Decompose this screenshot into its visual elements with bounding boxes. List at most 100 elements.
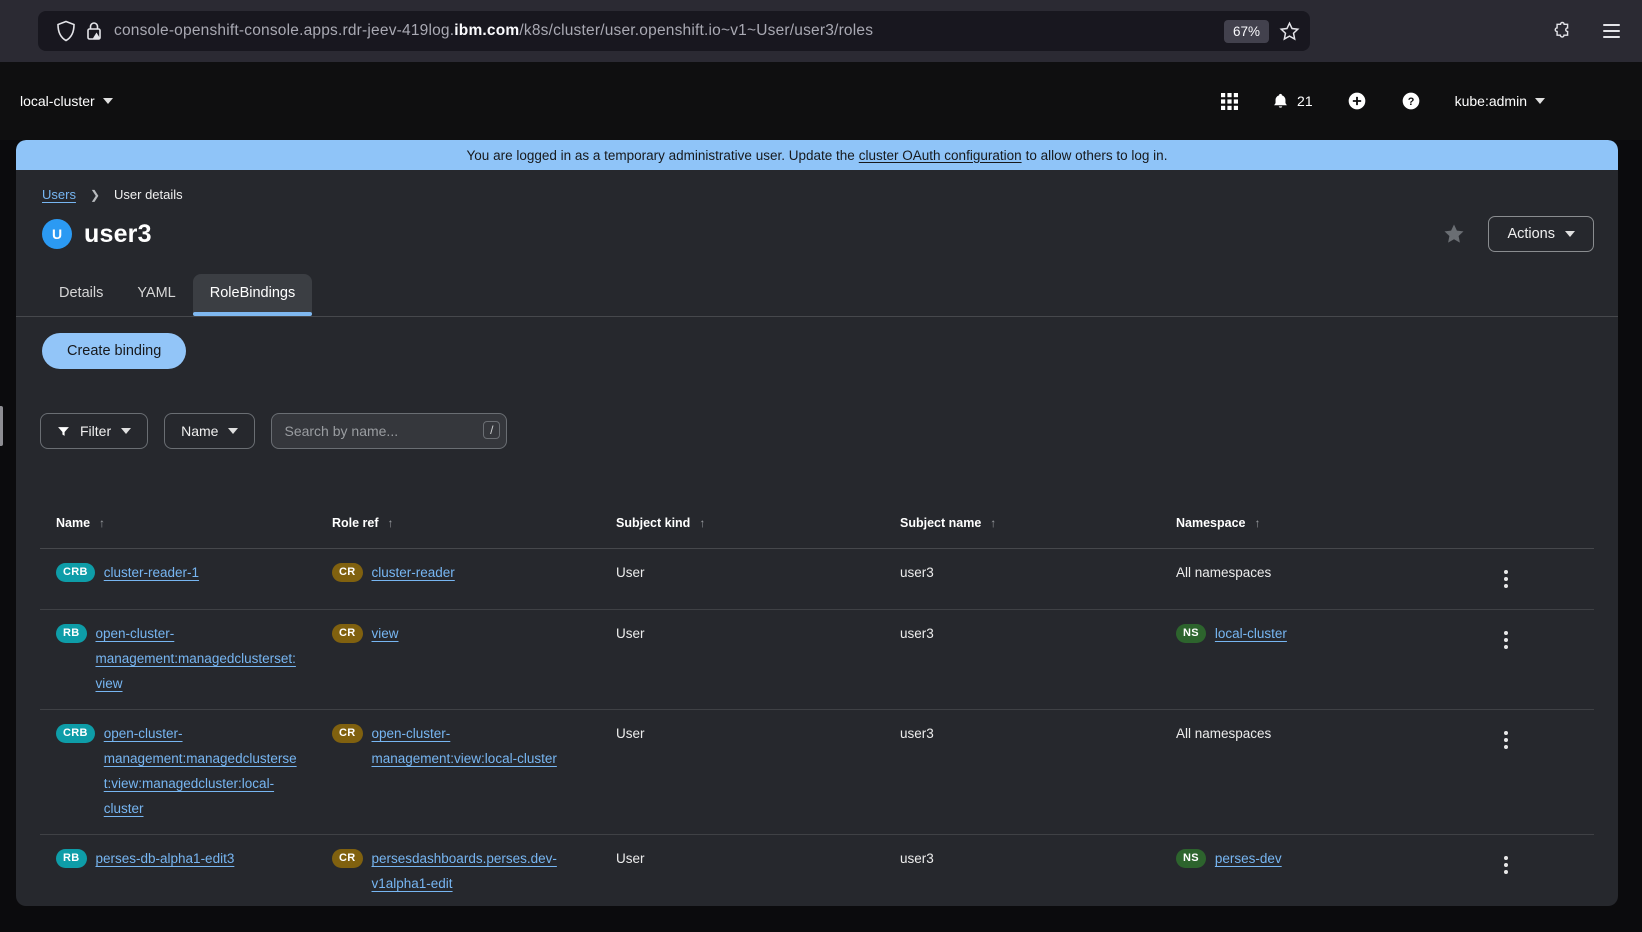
chevron-down-icon xyxy=(1565,231,1575,237)
rolebindings-table: Name↑ Role ref↑ Subject kind↑ Subject na… xyxy=(40,499,1594,906)
browser-toolbar: console-openshift-console.apps.rdr-jeev-… xyxy=(0,0,1642,62)
cluster-selector-label: local-cluster xyxy=(20,93,95,109)
content-panel: You are logged in as a temporary adminis… xyxy=(16,140,1618,906)
namespace-badge: NS xyxy=(1176,624,1206,643)
temp-admin-banner: You are logged in as a temporary adminis… xyxy=(16,140,1618,170)
user-menu[interactable]: kube:admin xyxy=(1455,93,1545,109)
tab-bar: Details YAML RoleBindings xyxy=(42,274,1618,314)
binding-name-link[interactable]: open-cluster-management:managedclusterse… xyxy=(104,721,300,821)
actions-button-label: Actions xyxy=(1507,226,1555,242)
address-url[interactable]: console-openshift-console.apps.rdr-jeev-… xyxy=(114,22,1224,40)
name-cell: CRBopen-cluster-management:managedcluste… xyxy=(40,710,316,834)
binding-kind-badge: RB xyxy=(56,849,87,868)
sort-icon[interactable]: ↑ xyxy=(990,511,996,536)
namespace-cell: NS local-cluster xyxy=(1160,610,1482,709)
notifications-bell[interactable]: 21 xyxy=(1272,92,1313,110)
kebab-cell xyxy=(1482,610,1530,709)
role-kind-badge: CR xyxy=(332,563,363,582)
kebab-cell xyxy=(1482,710,1530,834)
namespace-text: All namespaces xyxy=(1176,560,1271,585)
lock-warning-icon[interactable] xyxy=(80,17,108,45)
name-cell: RB perses-db-alpha1-edit3 xyxy=(40,835,316,906)
roleref-link[interactable]: cluster-reader xyxy=(372,560,455,585)
sort-icon[interactable]: ↑ xyxy=(1255,511,1261,536)
bell-icon xyxy=(1272,92,1289,110)
subject-kind-cell: User xyxy=(600,610,884,709)
binding-kind-badge: RB xyxy=(56,624,87,643)
filter-dropdown[interactable]: Filter xyxy=(40,413,148,449)
subject-name-cell: user3 xyxy=(884,710,1160,834)
column-header-roleref[interactable]: Role ref↑ xyxy=(316,499,600,548)
tab-details[interactable]: Details xyxy=(42,274,120,314)
subject-name-cell: user3 xyxy=(884,610,1160,709)
namespace-cell: All namespaces xyxy=(1160,549,1482,609)
favorite-star-icon[interactable] xyxy=(1442,222,1466,246)
kebab-menu-button[interactable] xyxy=(1498,848,1514,882)
column-header-name[interactable]: Name↑ xyxy=(40,499,316,548)
extensions-icon[interactable] xyxy=(1553,21,1573,41)
kebab-menu-button[interactable] xyxy=(1498,562,1514,596)
app-launcher-icon[interactable] xyxy=(1221,93,1238,110)
left-edge-scrollbar[interactable] xyxy=(0,406,3,446)
search-input[interactable] xyxy=(271,413,507,449)
namespace-link[interactable]: local-cluster xyxy=(1215,621,1287,646)
namespace-cell: NS perses-dev xyxy=(1160,835,1482,906)
subject-name-cell: user3 xyxy=(884,835,1160,906)
namespace-text: All namespaces xyxy=(1176,721,1271,746)
role-kind-badge: CR xyxy=(332,849,363,868)
binding-name-link[interactable]: perses-db-alpha1-edit3 xyxy=(96,846,235,871)
filter-funnel-icon xyxy=(57,425,70,438)
roleref-link[interactable]: view xyxy=(372,621,399,646)
actions-button[interactable]: Actions xyxy=(1488,216,1594,252)
zoom-level-badge[interactable]: 67% xyxy=(1224,20,1269,43)
name-cell: CRBcluster-reader-1 xyxy=(40,549,316,609)
roleref-cell: CR cluster-reader xyxy=(316,549,600,609)
oauth-config-link[interactable]: cluster OAuth configuration xyxy=(859,148,1022,163)
breadcrumb-current: User details xyxy=(114,187,183,202)
import-plus-icon[interactable] xyxy=(1347,91,1367,111)
roleref-cell: CR persesdashboards.perses.dev-v1alpha1-e… xyxy=(316,835,600,906)
filter-dropdown-label: Filter xyxy=(80,423,111,439)
chevron-down-icon xyxy=(228,428,238,434)
column-header-subjectname[interactable]: Subject name↑ xyxy=(884,499,1160,548)
shield-icon[interactable] xyxy=(52,17,80,45)
kebab-cell xyxy=(1482,835,1530,906)
user-resource-badge: U xyxy=(42,219,72,249)
name-cell: RB open-cluster-management:managedcluster… xyxy=(40,610,316,709)
create-binding-button[interactable]: Create binding xyxy=(42,333,186,369)
tab-yaml[interactable]: YAML xyxy=(120,274,192,314)
column-header-namespace[interactable]: Namespace↑ xyxy=(1160,499,1482,548)
name-filter-label: Name xyxy=(181,423,218,439)
roleref-link[interactable]: open-cluster-management:view:local-clust… xyxy=(372,721,585,771)
sort-icon[interactable]: ↑ xyxy=(388,511,394,536)
namespace-cell: All namespaces xyxy=(1160,710,1482,834)
banner-text-before: You are logged in as a temporary adminis… xyxy=(467,148,855,163)
chevron-down-icon xyxy=(103,98,113,104)
roleref-cell: CR open-cluster-management:view:local-clu… xyxy=(316,710,600,834)
table-row: CRBcluster-reader-1CRcluster-readerUseru… xyxy=(40,549,1594,610)
sort-icon[interactable]: ↑ xyxy=(699,511,705,536)
name-filter-dropdown[interactable]: Name xyxy=(164,413,255,449)
binding-name-link[interactable]: cluster-reader-1 xyxy=(104,560,199,585)
binding-name-link[interactable]: open-cluster-management:managedclusterse… xyxy=(96,621,301,696)
kebab-menu-button[interactable] xyxy=(1498,623,1514,657)
bookmark-star-icon[interactable] xyxy=(1279,21,1300,42)
kebab-menu-button[interactable] xyxy=(1498,723,1514,757)
help-icon[interactable]: ? xyxy=(1401,91,1421,111)
table-row: RB perses-db-alpha1-edit3 CR persesdashboar… xyxy=(40,835,1594,906)
column-header-subjectkind[interactable]: Subject kind↑ xyxy=(600,499,884,548)
breadcrumb-users-link[interactable]: Users xyxy=(42,187,76,202)
menu-icon[interactable] xyxy=(1603,24,1620,38)
console-masthead: local-cluster 21 ? kube: xyxy=(0,62,1642,140)
role-kind-badge: CR xyxy=(332,724,363,743)
namespace-badge: NS xyxy=(1176,849,1206,868)
role-kind-badge: CR xyxy=(332,624,363,643)
roleref-link[interactable]: persesdashboards.perses.dev-v1alpha1-edi… xyxy=(372,846,585,896)
sort-icon[interactable]: ↑ xyxy=(99,511,105,536)
chevron-down-icon xyxy=(1535,98,1545,104)
cluster-selector[interactable]: local-cluster xyxy=(20,93,113,109)
tab-rolebindings[interactable]: RoleBindings xyxy=(193,274,312,314)
url-bar[interactable]: console-openshift-console.apps.rdr-jeev-… xyxy=(38,11,1310,51)
namespace-link[interactable]: perses-dev xyxy=(1215,846,1282,871)
notification-count: 21 xyxy=(1297,93,1313,109)
